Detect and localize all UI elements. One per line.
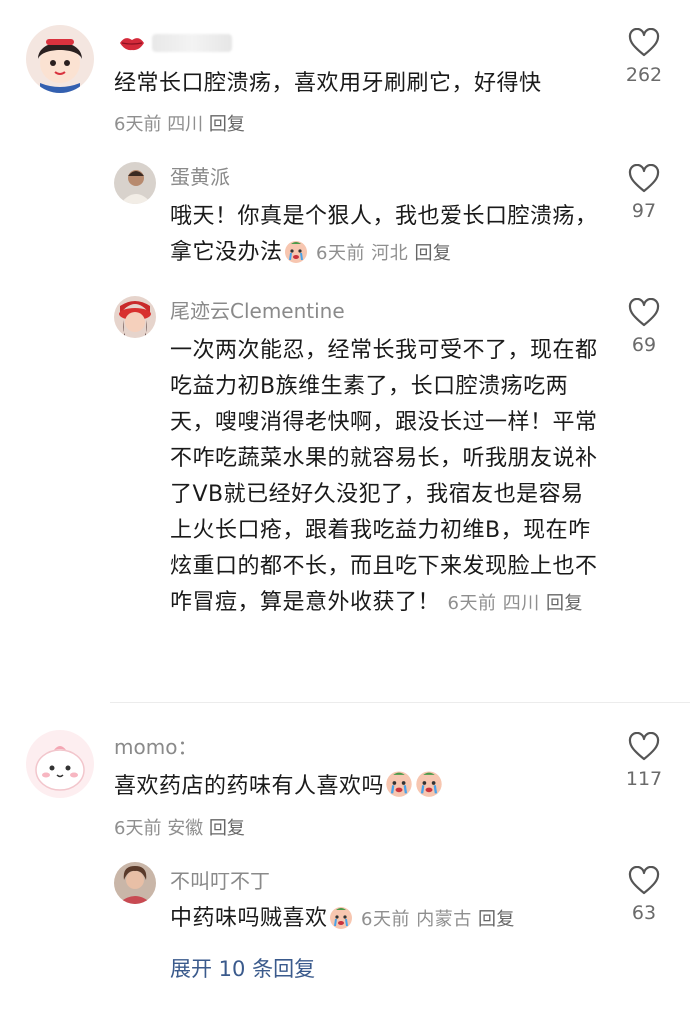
divider xyxy=(110,702,690,703)
location: 四川 xyxy=(502,593,540,614)
like-button[interactable]: 63 xyxy=(614,866,674,924)
crying-face-icon xyxy=(329,907,352,929)
avatar[interactable] xyxy=(114,862,156,904)
reply-1: 蛋黄派 哦天！你真是个狠人，我也爱长口腔溃疡，拿它没办法 6天前 河北 回复 9… xyxy=(0,150,690,290)
crying-face-icon xyxy=(386,771,412,797)
reply-button[interactable]: 回复 xyxy=(209,114,245,135)
like-button[interactable]: 97 xyxy=(614,164,674,222)
username[interactable]: 不叫叮不丁 xyxy=(170,868,270,894)
reply-2: 尾迹云Clementine 一次两次能忍，经常长我可受不了，现在都吃益力初B族维… xyxy=(0,290,690,700)
username[interactable]: 尾迹云Clementine xyxy=(170,298,345,324)
comment-text: 经常长口腔溃疡，喜欢用牙刷刷它，好得快 xyxy=(114,71,542,96)
lips-icon xyxy=(118,33,146,53)
reply-meta: 6天前 四川 回复 xyxy=(448,593,583,614)
location: 四川 xyxy=(167,114,204,135)
comment-1: 经常长口腔溃疡，喜欢用牙刷刷它，好得快 6天前 四川 回复 262 xyxy=(0,0,690,150)
timestamp: 6天前 xyxy=(361,909,410,930)
timestamp: 6天前 xyxy=(114,114,162,135)
like-count: 117 xyxy=(625,768,663,790)
reply-meta: 6天前 河北 回复 xyxy=(316,243,451,264)
crying-face-icon xyxy=(284,241,307,263)
location: 安徽 xyxy=(167,818,204,839)
location: 内蒙古 xyxy=(416,909,472,930)
username[interactable]: 蛋黄派 xyxy=(170,164,230,190)
reply-button[interactable]: 回复 xyxy=(546,593,583,614)
heart-outline-icon xyxy=(628,164,660,193)
reply-button[interactable]: 回复 xyxy=(414,243,451,264)
like-count: 97 xyxy=(631,200,657,222)
comment-meta: 6天前 安徽 回复 xyxy=(114,814,245,840)
avatar[interactable] xyxy=(26,25,94,93)
reply-button[interactable]: 回复 xyxy=(478,909,515,930)
username-redacted xyxy=(152,33,233,52)
comment-text: 喜欢药店的药味有人喜欢吗 xyxy=(114,768,594,805)
like-count: 262 xyxy=(625,64,663,86)
comment-text: 中药味吗贼喜欢 6天前 内蒙古 回复 xyxy=(170,906,515,931)
avatar[interactable] xyxy=(114,296,156,338)
username[interactable] xyxy=(118,28,233,54)
expand-replies-button[interactable]: 展开 10 条回复 xyxy=(170,953,315,983)
like-count: 63 xyxy=(631,902,657,924)
reply-3: 不叫叮不丁 中药味吗贼喜欢 6天前 内蒙古 回复 63 xyxy=(0,850,690,950)
like-button[interactable]: 69 xyxy=(614,298,674,356)
comment-2: momo： 喜欢药店的药味有人喜欢吗 6天前 安徽 回复 117 xyxy=(0,710,690,850)
avatar[interactable] xyxy=(26,730,94,798)
heart-outline-icon xyxy=(628,298,660,327)
timestamp: 6天前 xyxy=(447,593,497,614)
comment-meta: 6天前 四川 回复 xyxy=(114,110,245,136)
timestamp: 6天前 xyxy=(114,818,162,839)
heart-outline-icon xyxy=(628,28,660,57)
timestamp: 6天前 xyxy=(316,243,365,264)
like-count: 69 xyxy=(631,334,657,356)
reply-button[interactable]: 回复 xyxy=(209,818,245,839)
location: 河北 xyxy=(371,243,409,264)
heart-outline-icon xyxy=(628,732,660,761)
comment-text: 一次两次能忍，经常长我可受不了，现在都吃益力初B族维生素了，长口腔溃疡吃两天，嗖… xyxy=(170,338,598,615)
comment-text: 哦天！你真是个狠人，我也爱长口腔溃疡，拿它没办法 6天前 河北 回复 xyxy=(170,204,598,265)
like-button[interactable]: 117 xyxy=(614,732,674,790)
like-button[interactable]: 262 xyxy=(614,28,674,86)
reply-meta: 6天前 内蒙古 回复 xyxy=(361,909,515,930)
crying-face-icon xyxy=(416,771,442,797)
username[interactable]: momo： xyxy=(114,734,197,760)
avatar[interactable] xyxy=(114,162,156,204)
heart-outline-icon xyxy=(628,866,660,895)
comment-feed: 经常长口腔溃疡，喜欢用牙刷刷它，好得快 6天前 四川 回复 262 蛋黄派 哦天… xyxy=(0,0,690,1012)
